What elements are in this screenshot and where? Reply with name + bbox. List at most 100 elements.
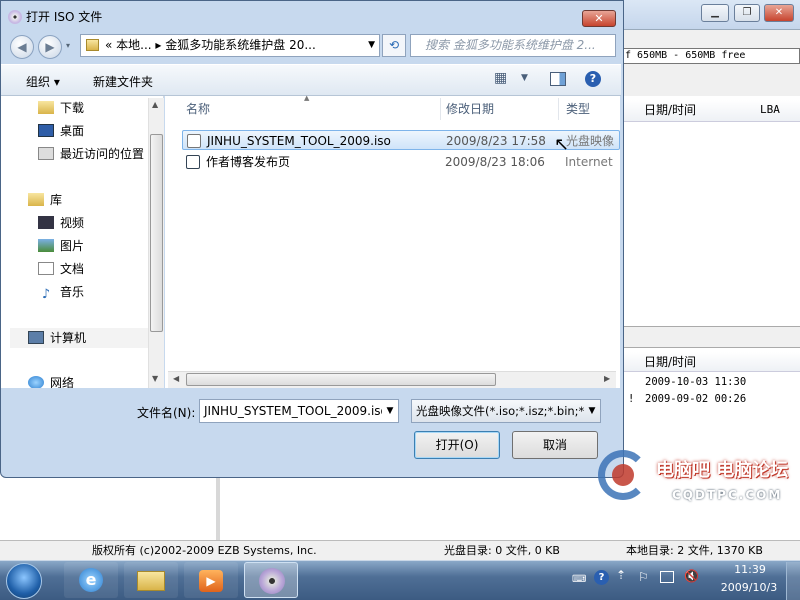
modified-column-header[interactable]: 修改日期 bbox=[446, 100, 494, 117]
back-button[interactable]: ◀ bbox=[10, 35, 34, 59]
picture-icon bbox=[38, 239, 54, 252]
datetime-column-header[interactable]: 日期/时间 bbox=[644, 100, 696, 120]
nav-item-recent[interactable]: 最近访问的位置 bbox=[38, 144, 144, 164]
close-button[interactable]: ✕ bbox=[764, 4, 794, 22]
file-modified: 2009/8/23 17:58 bbox=[446, 134, 546, 148]
nav-scrollbar[interactable]: ▲ ▼ bbox=[148, 98, 164, 388]
document-icon bbox=[38, 262, 54, 275]
video-icon bbox=[38, 216, 54, 229]
type-column-header[interactable]: 类型 bbox=[566, 100, 590, 117]
splitter[interactable] bbox=[622, 326, 800, 348]
help-icon[interactable]: ? bbox=[585, 71, 601, 87]
address-bar[interactable]: « 本地... ▸ 金狐多功能系统维护盘 20... ▼ bbox=[80, 34, 380, 57]
filename-label: 文件名(N): bbox=[137, 406, 196, 420]
search-input[interactable]: 搜索 金狐多功能系统维护盘 2... bbox=[410, 34, 616, 57]
explorer-icon[interactable] bbox=[124, 562, 178, 598]
row-flag: ! bbox=[628, 393, 635, 405]
recent-places-icon bbox=[38, 147, 54, 160]
show-desktop-button[interactable] bbox=[786, 562, 800, 600]
name-column-header[interactable]: 名称 bbox=[186, 100, 210, 117]
ie-icon[interactable]: e bbox=[64, 562, 118, 598]
organize-button[interactable]: 组织 ▾ bbox=[26, 73, 60, 90]
desktop-icon bbox=[38, 124, 54, 137]
cancel-button[interactable]: 取消 bbox=[512, 431, 598, 459]
open-button[interactable]: 打开(O) bbox=[414, 431, 500, 459]
library-icon bbox=[28, 193, 44, 206]
nav-item-pictures[interactable]: 图片 bbox=[38, 236, 84, 256]
address-dropdown[interactable]: ▼ bbox=[368, 35, 375, 56]
nav-item-documents[interactable]: 文档 bbox=[38, 259, 84, 279]
disc-image-icon bbox=[187, 134, 201, 148]
watermark-title: 电脑吧 电脑论坛 bbox=[656, 460, 789, 481]
arrow-up-icon[interactable]: ⇡ bbox=[616, 568, 626, 582]
new-folder-button[interactable]: 新建文件夹 bbox=[93, 73, 153, 90]
mouse-cursor-icon: ↖ bbox=[554, 134, 570, 155]
preview-pane-icon[interactable] bbox=[550, 72, 566, 86]
scroll-up-arrow: ▲ bbox=[152, 100, 159, 109]
watermark-url: CQDTPC.COM bbox=[672, 488, 783, 502]
dialog-title-text: 打开 ISO 文件 bbox=[26, 10, 103, 24]
dialog-title: 打开 ISO 文件 bbox=[8, 8, 102, 25]
clock-time[interactable]: 11:39 bbox=[730, 563, 770, 576]
filetype-select[interactable]: 光盘映像文件(*.iso;*.isz;*.bin;* bbox=[411, 399, 601, 423]
view-dropdown-icon[interactable]: ▼ bbox=[521, 73, 528, 83]
maximize-button[interactable]: ❐ bbox=[734, 4, 760, 22]
filetype-value: 光盘映像文件(*.iso;*.isz;*.bin;* bbox=[416, 404, 585, 418]
forward-button[interactable]: ▶ bbox=[38, 35, 62, 59]
nav-item-network[interactable]: 网络 bbox=[28, 373, 74, 388]
download-folder-icon bbox=[38, 101, 54, 114]
scroll-left-arrow: ◀ bbox=[173, 374, 180, 383]
network-icon[interactable] bbox=[660, 571, 674, 583]
folder-icon bbox=[86, 39, 99, 51]
datetime-column-header[interactable]: 日期/时间 bbox=[644, 352, 696, 372]
address-path: « 本地... ▸ 金狐多功能系统维护盘 20... bbox=[105, 38, 316, 52]
help-icon[interactable]: ? bbox=[594, 570, 609, 585]
nav-item-library[interactable]: 库 bbox=[28, 190, 62, 210]
file-list-scrollbar[interactable]: ◀ ▶ bbox=[168, 371, 616, 388]
file-name: JINHU_SYSTEM_TOOL_2009.iso bbox=[207, 134, 391, 148]
free-space-bar: f 650MB - 650MB free bbox=[622, 48, 800, 64]
filename-input[interactable]: JINHU_SYSTEM_TOOL_2009.iso bbox=[199, 399, 399, 423]
lba-column-header[interactable]: LBA bbox=[760, 100, 780, 120]
pane-divider[interactable] bbox=[216, 478, 220, 540]
file-row[interactable]: 作者博客发布页 2009/8/23 18:06 Internet bbox=[182, 152, 620, 172]
scroll-right-arrow: ▶ bbox=[604, 374, 611, 383]
local-dir-status: 本地目录: 2 文件, 1370 KB bbox=[626, 544, 763, 557]
taskbar bbox=[0, 560, 800, 600]
volume-icon[interactable]: 🔇 bbox=[684, 569, 699, 583]
dialog-close-button[interactable]: ✕ bbox=[582, 10, 616, 27]
filename-dropdown[interactable]: ▼ bbox=[382, 400, 398, 422]
music-icon: ♪ bbox=[41, 287, 51, 302]
computer-icon bbox=[28, 331, 44, 344]
start-button[interactable] bbox=[6, 563, 42, 599]
column-divider bbox=[440, 98, 441, 120]
minimize-button[interactable]: ▁ bbox=[701, 4, 729, 22]
file-name: 作者博客发布页 bbox=[206, 155, 291, 169]
clock-date[interactable]: 2009/10/3 bbox=[716, 581, 782, 594]
nav-item-downloads[interactable]: 下载 bbox=[38, 98, 84, 118]
file-type: Internet bbox=[565, 155, 613, 169]
nav-item-music[interactable]: ♪ 音乐 bbox=[38, 282, 84, 302]
iso-app-icon bbox=[8, 10, 22, 24]
scroll-thumb bbox=[150, 134, 163, 332]
view-options-icon[interactable]: ▦ bbox=[494, 70, 507, 86]
scroll-thumb bbox=[186, 373, 496, 386]
media-player-icon[interactable]: ▶ bbox=[184, 562, 238, 598]
flag-icon[interactable]: ⚐ bbox=[638, 570, 649, 584]
nav-item-desktop[interactable]: 桌面 bbox=[38, 121, 84, 141]
nav-item-videos[interactable]: 视频 bbox=[38, 213, 84, 233]
top-list-header: 日期/时间 LBA bbox=[622, 100, 800, 122]
forum-watermark: 电脑吧 电脑论坛 CQDTPC.COM bbox=[598, 448, 800, 510]
nav-item-computer[interactable]: 计算机 bbox=[28, 328, 86, 348]
refresh-button[interactable]: ⟲ bbox=[382, 34, 406, 57]
recent-pages-dropdown[interactable]: ▾ bbox=[66, 41, 70, 50]
file-type: 光盘映像 bbox=[566, 134, 615, 148]
file-modified: 2009/8/23 18:06 bbox=[445, 155, 545, 169]
ultraiso-taskbar-icon[interactable] bbox=[244, 562, 298, 598]
keyboard-icon[interactable]: ⌨ bbox=[572, 574, 586, 585]
lower-list-header: 日期/时间 bbox=[622, 352, 800, 372]
copyright-text: 版权所有 (c)2002-2009 EZB Systems, Inc. bbox=[92, 544, 317, 557]
filetype-dropdown[interactable]: ▼ bbox=[584, 400, 600, 422]
sort-indicator-icon: ▲ bbox=[304, 94, 310, 102]
shortcut-icon bbox=[186, 155, 200, 169]
